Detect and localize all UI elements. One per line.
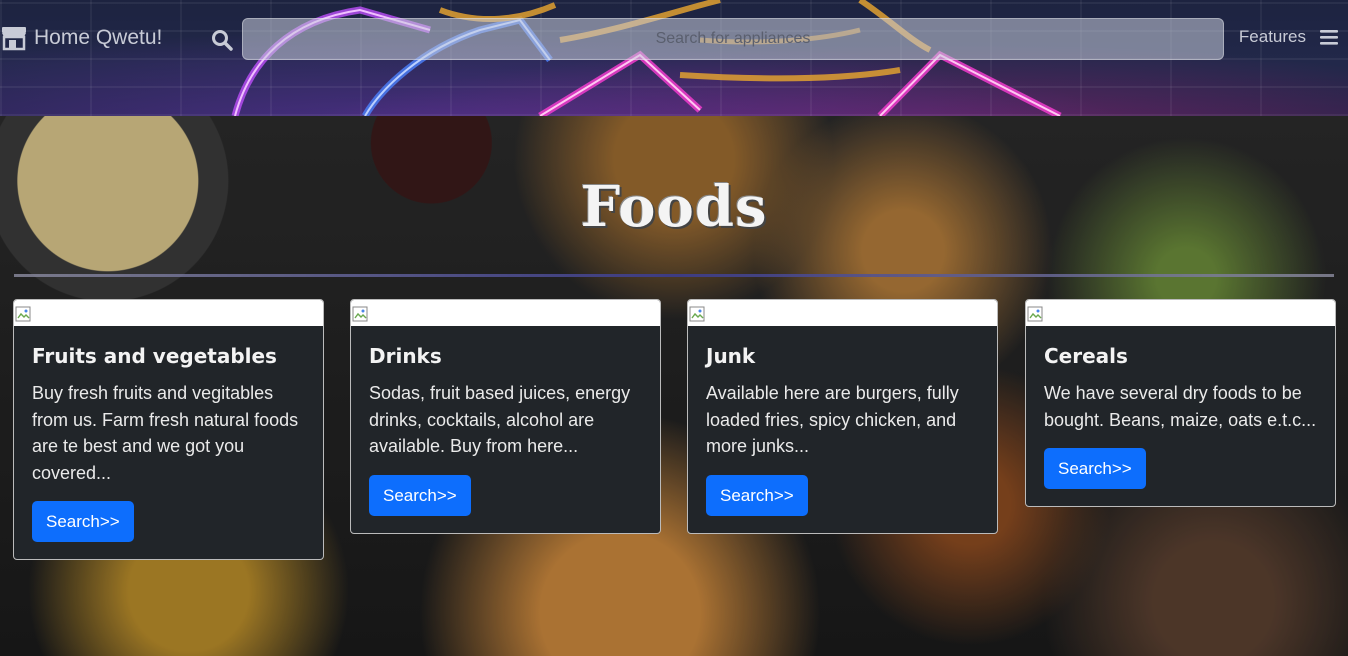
brand-link[interactable]: Home Qwetu! [0, 25, 162, 51]
page: Home Qwetu! Features Foods [0, 0, 1348, 656]
search-button[interactable]: Search>> [32, 501, 134, 542]
store-icon [2, 27, 26, 51]
navbar: Home Qwetu! Features [0, 18, 1348, 62]
category-card-fruits: Fruits and vegetables Buy fresh fruits a… [13, 299, 324, 560]
header: Home Qwetu! Features [0, 0, 1348, 116]
page-title: Foods [580, 174, 768, 240]
broken-image-icon [352, 306, 368, 322]
broken-image-icon [1027, 306, 1043, 322]
divider [14, 274, 1334, 277]
broken-image-icon [15, 306, 31, 322]
search-input[interactable] [242, 18, 1224, 60]
card-title: Cereals [1044, 344, 1128, 368]
search-button[interactable]: Search>> [1044, 448, 1146, 489]
card-image [1026, 300, 1335, 326]
search-button[interactable]: Search>> [706, 474, 808, 516]
card-text: We have several dry foods to be bought. … [1044, 383, 1317, 430]
card-image [688, 300, 997, 326]
card-title: Fruits and vegetables [32, 344, 277, 368]
card-title: Drinks [369, 344, 442, 368]
search-icon[interactable] [210, 28, 234, 52]
card-text: Sodas, fruit based juices, energy drinks… [369, 383, 631, 456]
category-card-junk: Junk Available here are burgers, fully l… [687, 299, 998, 534]
broken-image-icon [689, 306, 705, 322]
card-image [14, 300, 323, 326]
card-text: Available here are burgers, fully loaded… [706, 383, 959, 456]
search-button[interactable]: Search>> [369, 474, 471, 516]
hero-section: Foods Fruits and vegetables Buy fresh fr… [0, 116, 1348, 656]
brand-label: Home Qwetu! [34, 26, 163, 49]
features-menu-toggle[interactable]: Features [1239, 27, 1340, 47]
card-text: Buy fresh fruits and vegitables from us.… [32, 383, 299, 483]
hamburger-menu-icon [1320, 30, 1338, 45]
card-image [351, 300, 660, 326]
features-label: Features [1238, 27, 1306, 46]
category-card-drinks: Drinks Sodas, fruit based juices, energy… [350, 299, 661, 534]
category-card-cereals: Cereals We have several dry foods to be … [1025, 299, 1336, 507]
card-title: Junk [706, 344, 756, 368]
